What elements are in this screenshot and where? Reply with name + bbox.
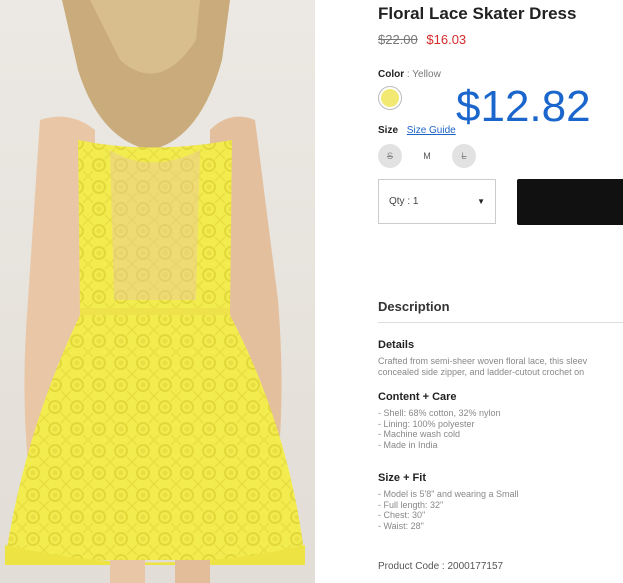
color-value: Yellow bbox=[412, 69, 441, 80]
price-block: $22.00 $16.03 bbox=[378, 32, 466, 47]
original-price: $22.00 bbox=[378, 32, 418, 47]
list-item: - Made in India bbox=[378, 439, 438, 450]
size-fit-list: - Model is 5'8" and wearing a Small - Fu… bbox=[378, 489, 518, 531]
add-to-bag-button[interactable] bbox=[517, 179, 623, 225]
size-label-row: Size Size Guide bbox=[378, 125, 456, 136]
size-guide-link[interactable]: Size Guide bbox=[407, 125, 456, 136]
size-fit-heading: Size + Fit bbox=[378, 472, 426, 484]
content-care-list: - Shell: 68% cotton, 32% nylon - Lining:… bbox=[378, 408, 501, 450]
color-swatch-yellow[interactable] bbox=[378, 86, 402, 110]
product-code: Product Code : 2000177157 bbox=[378, 561, 504, 572]
details-text-line-1: Crafted from semi-sheer woven floral lac… bbox=[378, 356, 588, 366]
content-care-heading: Content + Care bbox=[378, 391, 457, 403]
color-swatch-fill bbox=[381, 89, 399, 107]
size-option-m[interactable]: M bbox=[415, 144, 439, 168]
quantity-value: Qty : 1 bbox=[389, 196, 419, 207]
list-item: - Full length: 32" bbox=[378, 499, 444, 510]
quantity-select[interactable]: Qty : 1 ▼ bbox=[378, 179, 496, 224]
sale-price: $16.03 bbox=[426, 32, 467, 47]
overlay-price: $12.82 bbox=[456, 82, 591, 131]
size-option-s[interactable]: S bbox=[378, 144, 402, 168]
color-label: Color bbox=[378, 69, 405, 80]
list-item: - Lining: 100% polyester bbox=[378, 418, 475, 429]
size-option-l[interactable]: L bbox=[452, 144, 476, 168]
list-item: - Chest: 30" bbox=[378, 510, 426, 520]
details-heading: Details bbox=[378, 339, 415, 351]
description-divider bbox=[378, 322, 623, 323]
chevron-down-icon: ▼ bbox=[477, 197, 485, 206]
product-title: Floral Lace Skater Dress bbox=[378, 4, 577, 23]
description-heading: Description bbox=[378, 299, 450, 314]
list-item: - Machine wash cold bbox=[378, 429, 461, 439]
product-image[interactable] bbox=[0, 0, 315, 583]
list-item: - Shell: 68% cotton, 32% nylon bbox=[378, 408, 501, 418]
list-item: - Waist: 28" bbox=[378, 520, 424, 531]
details-text-line-2: concealed side zipper, and ladder-cutout… bbox=[378, 367, 585, 377]
size-label: Size bbox=[378, 125, 399, 136]
dress-photo-illustration bbox=[0, 0, 315, 583]
list-item: - Model is 5'8" and wearing a Small bbox=[378, 489, 519, 499]
color-label-row: Color : Yellow bbox=[378, 69, 441, 80]
